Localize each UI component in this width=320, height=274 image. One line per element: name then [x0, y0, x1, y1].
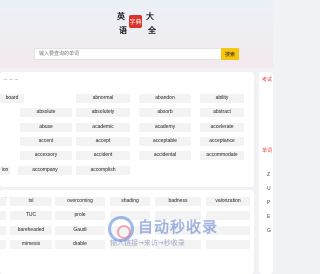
- logo-seal-icon: 字典: [129, 15, 142, 28]
- word-link[interactable]: accommodate: [200, 151, 244, 160]
- sidebar-title: 考试: [262, 77, 273, 83]
- sidebar-letter[interactable]: G: [267, 228, 271, 234]
- word-link[interactable]: accelerate: [200, 123, 244, 132]
- word-link[interactable]: abuse: [20, 123, 72, 132]
- search-input[interactable]: [34, 48, 221, 60]
- word-link[interactable]: [155, 226, 201, 235]
- word-link[interactable]: academic: [76, 123, 130, 132]
- sidebar-letter[interactable]: U: [267, 186, 271, 192]
- sidebar-letter[interactable]: P: [267, 200, 270, 206]
- sidebar-letter[interactable]: E: [267, 214, 270, 220]
- word-link[interactable]: Gaudi: [55, 226, 105, 235]
- word-link[interactable]: ability: [200, 94, 244, 103]
- site-logo[interactable]: 英 语 字典 大 全: [117, 10, 159, 40]
- word-link[interactable]: [0, 240, 6, 249]
- word-link[interactable]: accompany: [18, 166, 72, 175]
- logo-char: 语: [119, 25, 127, 35]
- word-link[interactable]: absolute: [20, 108, 72, 117]
- word-link[interactable]: shading: [110, 197, 150, 206]
- word-link[interactable]: acceptable: [139, 137, 191, 146]
- word-link[interactable]: bareheaded: [10, 226, 52, 235]
- word-link[interactable]: acceptance: [200, 137, 244, 146]
- word-link[interactable]: [206, 211, 250, 220]
- word-link[interactable]: accident: [76, 151, 130, 160]
- word-link[interactable]: absolutely: [76, 108, 130, 117]
- word-link[interactable]: overcoming: [55, 197, 105, 206]
- word-link[interactable]: [110, 226, 150, 235]
- word-link[interactable]: accent: [20, 137, 72, 146]
- word-link[interactable]: mimesis: [10, 240, 52, 249]
- section-divider: [4, 79, 18, 80]
- logo-char: 英: [117, 11, 125, 21]
- word-link[interactable]: TUC: [10, 211, 52, 220]
- word-link[interactable]: abstract: [200, 108, 244, 117]
- word-link[interactable]: tsl: [10, 197, 52, 206]
- word-link[interactable]: board: [0, 94, 24, 103]
- word-link[interactable]: accidental: [139, 151, 191, 160]
- word-link[interactable]: drable: [55, 240, 105, 249]
- word-link[interactable]: absorb: [139, 108, 191, 117]
- word-link[interactable]: [206, 240, 250, 249]
- word-link[interactable]: badness: [155, 197, 201, 206]
- search-button[interactable]: 搜索: [221, 48, 239, 60]
- word-link[interactable]: accept: [76, 137, 130, 146]
- search-bar: 搜索: [34, 48, 239, 60]
- word-link[interactable]: abnormal: [76, 94, 130, 103]
- word-link[interactable]: [155, 211, 201, 220]
- word-link[interactable]: ion: [0, 166, 10, 175]
- word-link[interactable]: [0, 226, 6, 235]
- sidebar-title: 单词: [262, 148, 273, 154]
- word-link[interactable]: [0, 211, 6, 220]
- word-link[interactable]: [155, 240, 201, 249]
- word-link[interactable]: accomplish: [76, 166, 130, 175]
- word-link[interactable]: prole: [55, 211, 105, 220]
- logo-char: 大: [146, 11, 154, 21]
- word-link[interactable]: [206, 226, 250, 235]
- word-link[interactable]: abandon: [139, 94, 191, 103]
- logo-char: 全: [148, 25, 156, 35]
- sidebar-panel: [259, 72, 273, 274]
- word-link[interactable]: academy: [139, 123, 191, 132]
- word-link[interactable]: [110, 211, 150, 220]
- word-link[interactable]: accessory: [20, 151, 72, 160]
- word-link[interactable]: valorization: [206, 197, 250, 206]
- word-link[interactable]: [110, 240, 150, 249]
- word-link[interactable]: [0, 197, 6, 206]
- sidebar-letter[interactable]: Z: [267, 172, 270, 178]
